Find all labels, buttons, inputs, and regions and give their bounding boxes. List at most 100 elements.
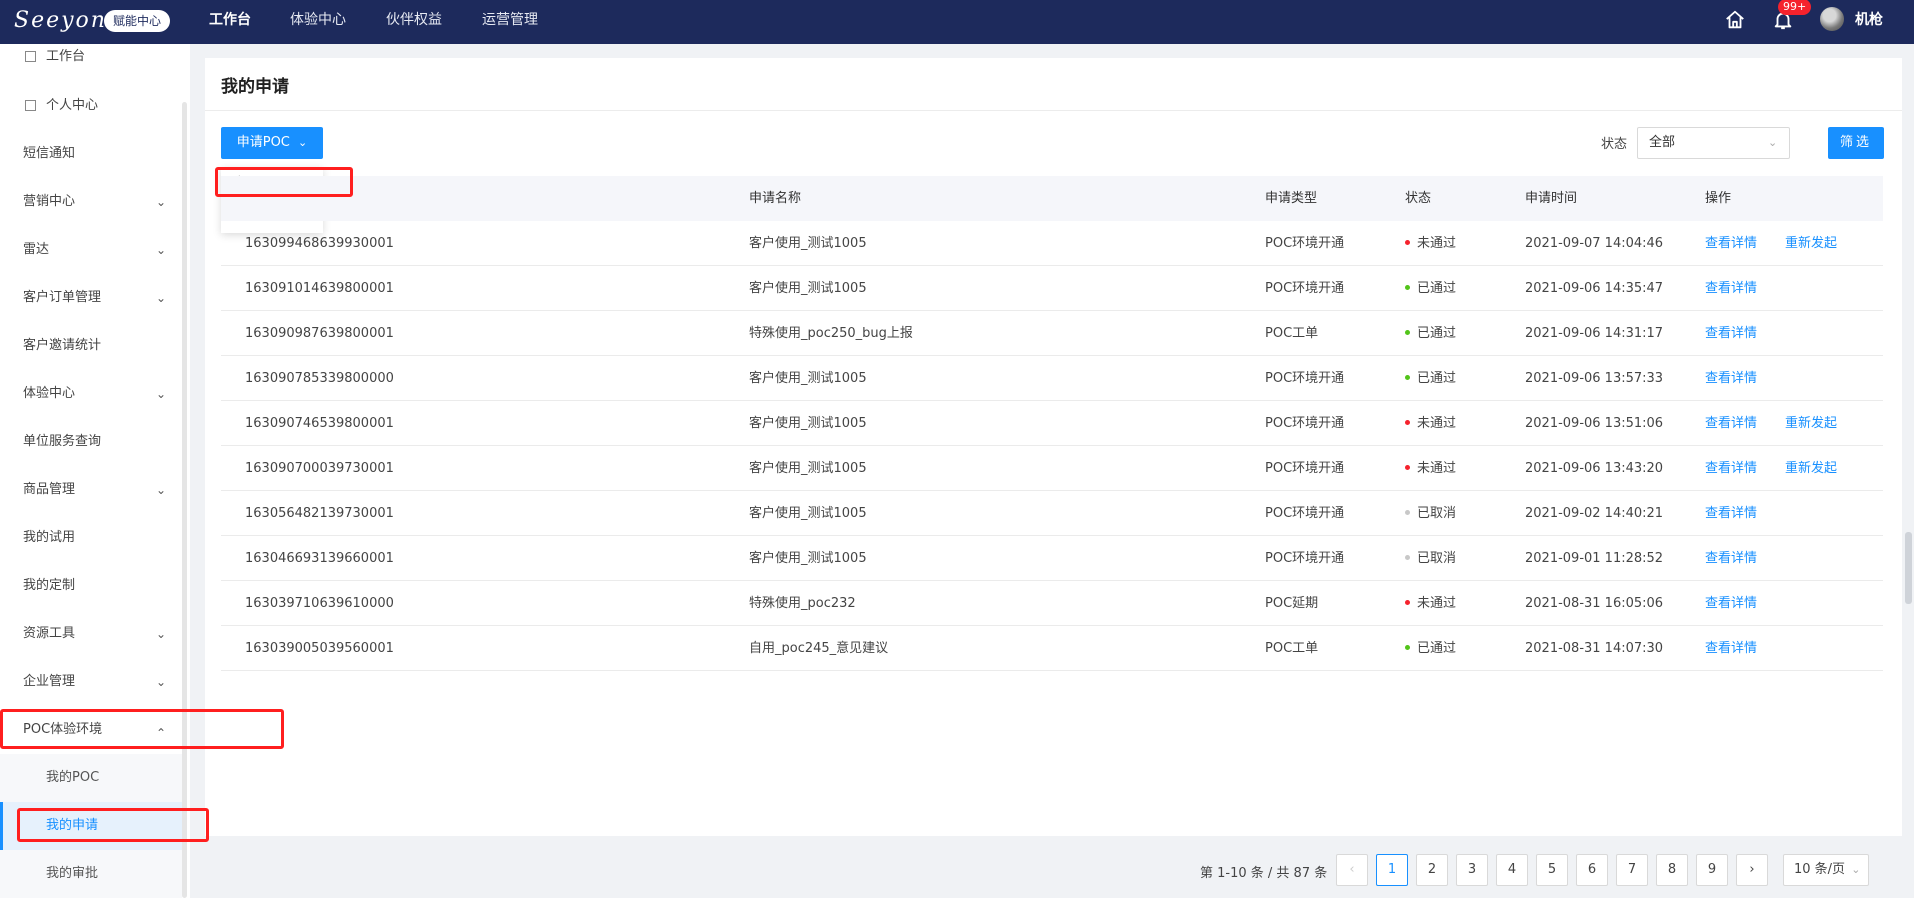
sidebar-item-label: 我的申请 bbox=[46, 818, 99, 833]
cell-application-id: 163099468639930001 bbox=[245, 236, 394, 251]
cell-application-type: POC环境开通 bbox=[1265, 236, 1345, 251]
sidebar-item-label: 工作台 bbox=[46, 49, 86, 64]
status-dot-icon bbox=[1405, 240, 1410, 245]
filter-button[interactable]: 筛选 bbox=[1828, 127, 1884, 159]
notification-badge: 99+ bbox=[1778, 0, 1812, 15]
resubmit-link[interactable]: 重新发起 bbox=[1785, 401, 1837, 446]
sidebar-item-radar[interactable]: 雷达 ⌄ bbox=[0, 226, 182, 274]
sidebar-item-products[interactable]: 商品管理 ⌄ bbox=[0, 466, 182, 514]
pagination-page-9[interactable]: 9 bbox=[1696, 854, 1728, 886]
cell-application-name: 自用_poc245_意见建议 bbox=[749, 641, 889, 656]
sidebar-item-unit-service[interactable]: 单位服务查询 bbox=[0, 418, 182, 466]
pagination-page-3[interactable]: 3 bbox=[1456, 854, 1488, 886]
sidebar-item-my-approvals[interactable]: 我的审批 bbox=[0, 850, 182, 898]
view-details-link[interactable]: 查看详情 bbox=[1705, 536, 1757, 581]
cell-application-name: 特殊使用_poc232 bbox=[749, 596, 856, 611]
sidebar-item-customer-invites[interactable]: 客户邀请统计 bbox=[0, 322, 182, 370]
status-text: 已通过 bbox=[1417, 326, 1457, 341]
sidebar-item-label: 企业管理 bbox=[23, 674, 76, 689]
cell-status: 未通过 bbox=[1405, 581, 1456, 626]
cell-application-name: 客户使用_测试1005 bbox=[749, 551, 867, 566]
chevron-down-icon: ⌄ bbox=[298, 136, 308, 149]
cell-application-time: 2021-09-06 13:43:20 bbox=[1525, 461, 1664, 476]
sidebar-item-poc-env[interactable]: POC体验环境 ⌃ bbox=[0, 706, 182, 754]
topnav-operations[interactable]: 运营管理 bbox=[482, 0, 538, 44]
cell-application-id: 163090700039730001 bbox=[245, 461, 394, 476]
cell-status: 已通过 bbox=[1405, 356, 1456, 401]
sidebar-item-enterprise[interactable]: 企业管理 ⌄ bbox=[0, 658, 182, 706]
cell-status: 已通过 bbox=[1405, 311, 1456, 356]
status-select[interactable]: 全部 ⌄ bbox=[1637, 127, 1790, 159]
cell-status: 已取消 bbox=[1405, 491, 1456, 536]
view-details-link[interactable]: 查看详情 bbox=[1705, 266, 1757, 311]
resubmit-link[interactable]: 重新发起 bbox=[1785, 446, 1837, 491]
view-details-link[interactable]: 查看详情 bbox=[1705, 311, 1757, 356]
sidebar-item-sms[interactable]: 短信通知 bbox=[0, 130, 182, 178]
status-text: 已通过 bbox=[1417, 641, 1457, 656]
topnav-experience-center[interactable]: 体验中心 bbox=[290, 0, 346, 44]
chevron-down-icon: ⌄ bbox=[156, 387, 167, 401]
view-details-link[interactable]: 查看详情 bbox=[1705, 581, 1757, 626]
chevron-down-icon: ⌄ bbox=[156, 291, 167, 305]
view-details-link[interactable]: 查看详情 bbox=[1705, 356, 1757, 401]
page-scrollbar[interactable] bbox=[1905, 532, 1912, 604]
avatar[interactable] bbox=[1820, 7, 1844, 31]
sidebar-item-resource-tools[interactable]: 资源工具 ⌄ bbox=[0, 610, 182, 658]
sidebar-item-label: 我的审批 bbox=[46, 866, 99, 881]
username[interactable]: 机枪 bbox=[1855, 0, 1883, 40]
view-details-link[interactable]: 查看详情 bbox=[1705, 401, 1757, 446]
pagination-next-button[interactable]: › bbox=[1736, 854, 1768, 886]
sidebar: 工作台 个人中心 短信通知 营销中心 ⌄ 雷达 ⌄ 客户订单管理 ⌄ 客户邀请统… bbox=[0, 44, 190, 898]
sidebar-item-my-poc[interactable]: 我的POC bbox=[0, 754, 182, 802]
chevron-down-icon: ⌄ bbox=[156, 483, 167, 497]
sidebar-item-workbench[interactable]: 工作台 bbox=[0, 44, 182, 81]
sidebar-item-label: 我的定制 bbox=[23, 578, 76, 593]
view-details-link[interactable]: 查看详情 bbox=[1705, 491, 1757, 536]
page-size-select[interactable]: 10 条/页 ⌄ bbox=[1783, 854, 1869, 886]
pagination-page-4[interactable]: 4 bbox=[1496, 854, 1528, 886]
home-icon[interactable] bbox=[1724, 9, 1746, 31]
table-row: 163039710639610000 特殊使用_poc232 POC延期 未通过 202… bbox=[221, 581, 1883, 626]
seeyon-logo[interactable]: Seeyon bbox=[14, 8, 107, 33]
pagination-page-1[interactable]: 1 bbox=[1376, 854, 1408, 886]
topnav-workbench[interactable]: 工作台 bbox=[209, 0, 251, 44]
pagination-page-2[interactable]: 2 bbox=[1416, 854, 1448, 886]
cell-application-time: 2021-08-31 14:07:30 bbox=[1525, 641, 1664, 656]
sidebar-item-label: 个人中心 bbox=[46, 98, 99, 113]
pagination-page-7[interactable]: 7 bbox=[1616, 854, 1648, 886]
table-row: 163039005039560001 自用_poc245_意见建议 POC工单 已通过… bbox=[221, 626, 1883, 671]
sidebar-item-personal-center[interactable]: 个人中心 bbox=[0, 82, 182, 130]
resubmit-link[interactable]: 重新发起 bbox=[1785, 221, 1837, 266]
cell-application-time: 2021-09-06 13:57:33 bbox=[1525, 371, 1664, 386]
table-row: 163090746539800001 客户使用_测试1005 POC环境开通 未通过 2… bbox=[221, 401, 1883, 446]
view-details-link[interactable]: 查看详情 bbox=[1705, 626, 1757, 671]
sidebar-item-customer-orders[interactable]: 客户订单管理 ⌄ bbox=[0, 274, 182, 322]
cell-application-type: POC环境开通 bbox=[1265, 506, 1345, 521]
sidebar-scrollbar[interactable] bbox=[182, 102, 187, 898]
apply-poc-button[interactable]: 申请POC ⌄ bbox=[221, 127, 323, 159]
column-header-actions: 操作 bbox=[1705, 191, 1732, 206]
cell-status: 未通过 bbox=[1405, 221, 1456, 266]
chevron-down-icon: ⌄ bbox=[156, 195, 167, 209]
cell-status: 已通过 bbox=[1405, 266, 1456, 311]
status-dot-icon bbox=[1405, 600, 1410, 605]
sidebar-item-my-trials[interactable]: 我的试用 bbox=[0, 514, 182, 562]
cell-application-id: 163056482139730001 bbox=[245, 506, 394, 521]
status-dot-icon bbox=[1405, 420, 1410, 425]
cell-application-id: 163039005039560001 bbox=[245, 641, 394, 656]
cell-application-type: POC环境开通 bbox=[1265, 416, 1345, 431]
sidebar-item-my-applications[interactable]: 我的申请 bbox=[0, 802, 182, 850]
sidebar-item-experience-center[interactable]: 体验中心 ⌄ bbox=[0, 370, 182, 418]
sidebar-item-my-custom[interactable]: 我的定制 bbox=[0, 562, 182, 610]
view-details-link[interactable]: 查看详情 bbox=[1705, 446, 1757, 491]
sidebar-item-marketing[interactable]: 营销中心 ⌄ bbox=[0, 178, 182, 226]
view-details-link[interactable]: 查看详情 bbox=[1705, 221, 1757, 266]
cell-application-type: POC工单 bbox=[1265, 641, 1319, 656]
page-title: 我的申请 bbox=[221, 77, 289, 97]
pagination-page-5[interactable]: 5 bbox=[1536, 854, 1568, 886]
pagination-prev-button[interactable]: ‹ bbox=[1336, 854, 1368, 886]
topnav-partner-rights[interactable]: 伙伴权益 bbox=[386, 0, 442, 44]
pagination-page-8[interactable]: 8 bbox=[1656, 854, 1688, 886]
status-dot-icon bbox=[1405, 645, 1410, 650]
pagination-page-6[interactable]: 6 bbox=[1576, 854, 1608, 886]
